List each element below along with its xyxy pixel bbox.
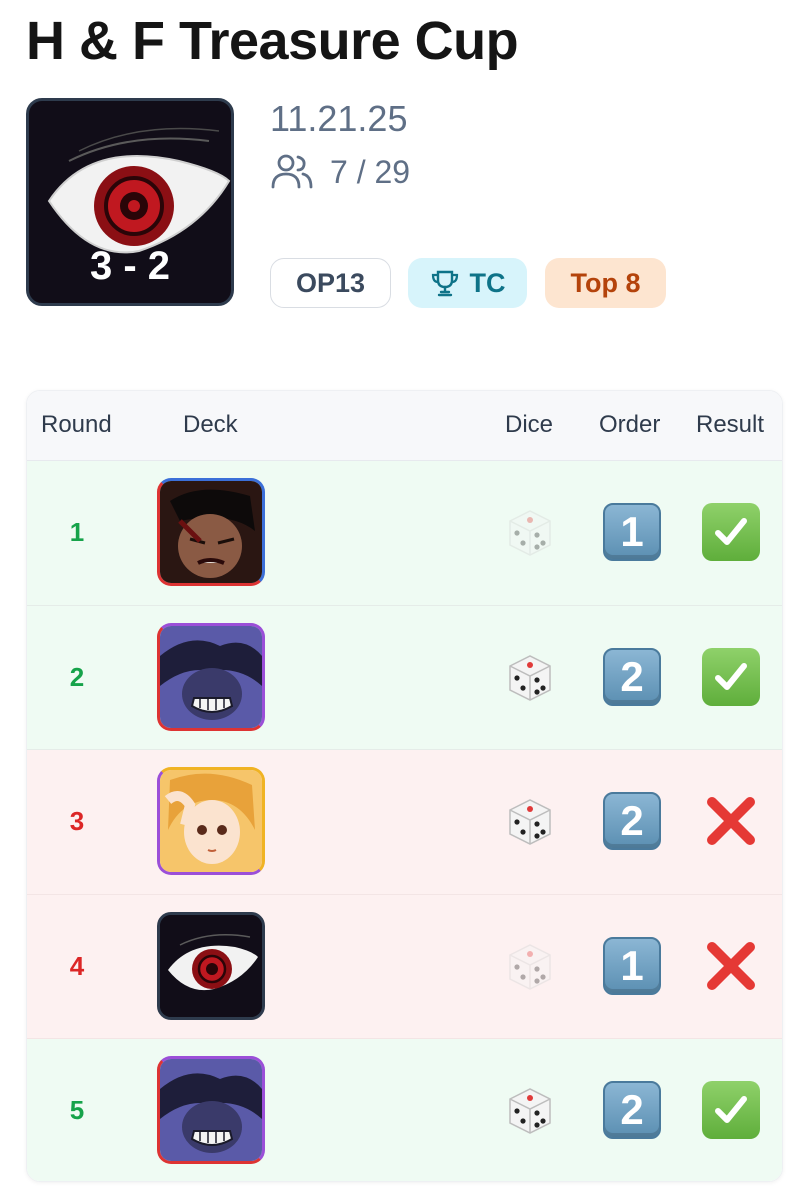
round-number: 4 (69, 950, 85, 981)
cross-icon (707, 797, 755, 845)
table-row[interactable]: 3 2 (27, 750, 782, 895)
leader-avatar: 3 - 2 (26, 98, 234, 306)
check-icon (702, 647, 760, 706)
dice-icon (509, 1088, 551, 1134)
round-number: 2 (69, 661, 85, 692)
users-icon (271, 154, 313, 189)
table-row[interactable]: 4 1 (27, 894, 782, 1039)
table-header: Round Deck Dice Order Result (27, 391, 782, 461)
placement-label: Top 8 (570, 267, 641, 298)
header-round: Round (41, 411, 112, 438)
event-type-tag: TC (408, 258, 527, 308)
order-badge: 2 (603, 647, 661, 706)
record-score: 3 - 2 (89, 244, 171, 288)
page-title: H & F Treasure Cup (26, 11, 519, 71)
event-type-label: TC (469, 267, 506, 298)
header-deck: Deck (183, 411, 238, 438)
deck-leader-avatar (157, 911, 265, 1020)
deck-leader-avatar (157, 767, 265, 875)
set-tag: OP13 (270, 258, 391, 308)
dice-icon (509, 943, 551, 990)
set-tag-label: OP13 (295, 267, 366, 298)
order-badge: 2 (603, 792, 661, 850)
event-date: 11.21.25 (270, 98, 408, 139)
cross-icon (707, 941, 755, 990)
placement-tag: Top 8 (545, 258, 666, 308)
header-result: Result (696, 411, 765, 438)
dice-icon (509, 510, 551, 556)
table-row[interactable]: 1 1 (27, 461, 782, 606)
order-badge: 1 (603, 936, 661, 995)
rounds-table: Round Deck Dice Order Result 1 1 2 2 3 2… (26, 390, 783, 1182)
round-number: 1 (69, 517, 85, 547)
check-icon (702, 1081, 760, 1139)
order-badge: 1 (603, 503, 661, 561)
round-number: 5 (69, 1095, 85, 1125)
player-count: 7 / 29 (270, 152, 410, 192)
dice-icon (509, 654, 551, 701)
header-dice: Dice (505, 411, 554, 438)
player-count-label: 7 / 29 (330, 153, 411, 190)
check-icon (702, 503, 760, 561)
round-number: 3 (69, 806, 85, 836)
trophy-icon (431, 270, 458, 297)
dice-icon (509, 799, 551, 845)
order-badge: 2 (603, 1081, 661, 1139)
deck-leader-avatar (157, 1056, 265, 1164)
table-row[interactable]: 5 2 (27, 1039, 782, 1181)
deck-leader-avatar (157, 622, 265, 731)
deck-leader-avatar (157, 478, 265, 586)
table-row[interactable]: 2 2 (27, 605, 782, 750)
header-order: Order (599, 411, 661, 438)
